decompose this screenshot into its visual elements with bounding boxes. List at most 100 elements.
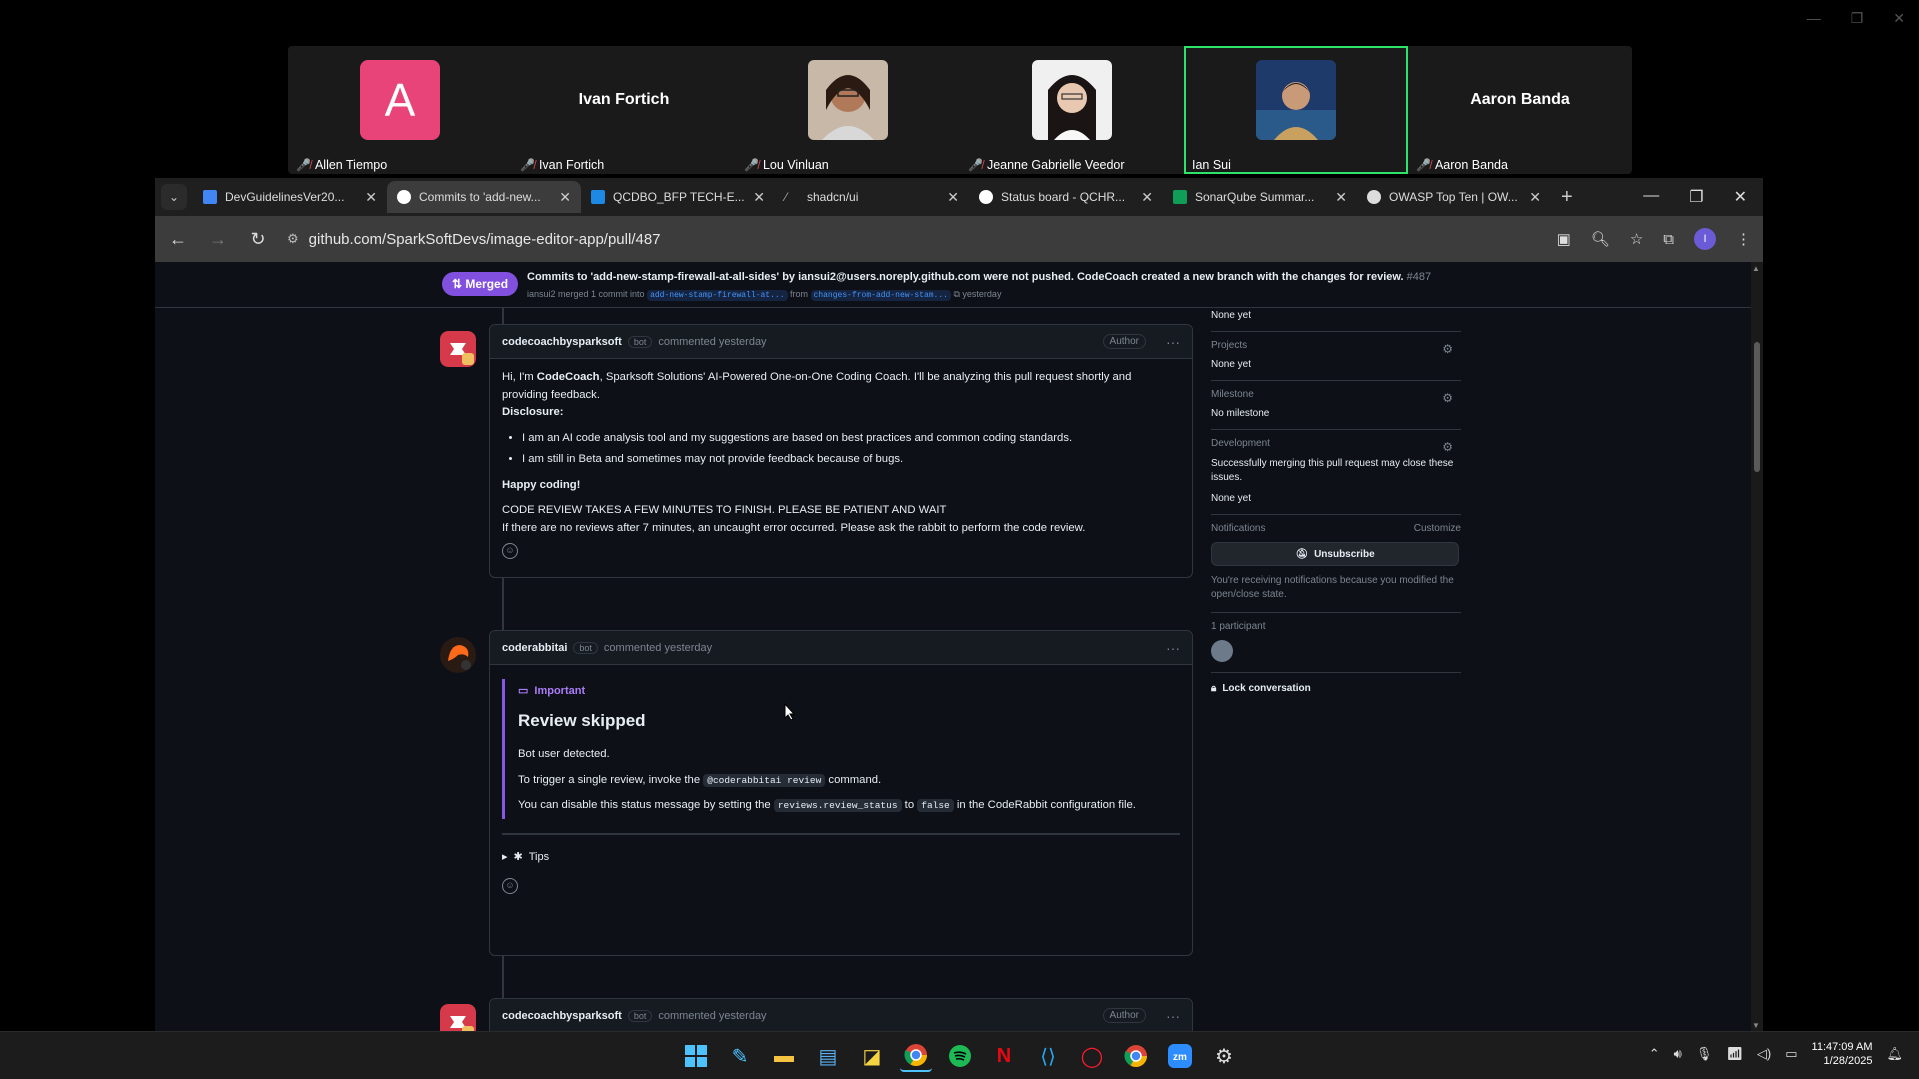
system-clock[interactable]: 11:47:09 AM 1/28/2025 [1812,1040,1873,1069]
close-tab-icon[interactable]: ✕ [947,189,959,206]
scroll-thumb[interactable] [1754,342,1760,472]
netflix-icon[interactable]: N [988,1040,1020,1072]
extensions-icon[interactable]: ⧉ [1663,231,1674,248]
tab-owasp[interactable]: OWASP Top Ten | OW... ✕ [1357,181,1551,213]
comment-options-icon[interactable]: ··· [1166,640,1180,656]
windows-start-icon[interactable] [680,1040,712,1072]
file-explorer-icon[interactable]: ▬ [768,1040,800,1072]
gear-icon[interactable]: ⚙ [1442,440,1453,454]
back-arrow-icon[interactable]: ← [167,229,189,250]
comment-author[interactable]: codecoachbysparksoft [502,336,622,348]
close-icon[interactable]: ✕ [1734,187,1747,207]
close-tab-icon[interactable]: ✕ [1141,189,1153,206]
speaker-icon[interactable]: 🔊︎ [1674,1046,1682,1062]
participant-tile-active-speaker[interactable]: Ian Sui [1184,46,1408,174]
base-branch[interactable]: add-new-stamp-firewall-at... [647,290,788,301]
close-icon[interactable]: ✕ [1893,10,1905,27]
participant-tile[interactable]: Ivan Fortich 🎤̸ Ivan Fortich [512,46,736,174]
tab-title: shadcn/ui [807,190,859,204]
notification-bell-icon[interactable]: 🔔︎ [1886,1046,1903,1062]
add-reaction-icon[interactable]: ☺ [502,543,518,559]
participant-name: Allen Tiempo [314,158,388,172]
participant-tile[interactable]: Aaron Banda 🎤̸ Aaron Banda [1408,46,1632,174]
head-branch[interactable]: changes-from-add-new-stam... [810,290,951,301]
coderabbit-avatar[interactable] [440,637,476,673]
microphone-icon[interactable]: 🎙︎ [1696,1046,1713,1062]
tab-title: QCDBO_BFP TECH-E... [613,190,745,204]
opera-icon[interactable]: ◯ [1076,1040,1108,1072]
tab-qcdbo[interactable]: QCDBO_BFP TECH-E... ✕ [581,181,775,213]
tab-commits-active[interactable]: Commits to 'add-new... ✕ [387,181,581,213]
new-tab-plus-icon[interactable]: + [1561,186,1573,209]
menu-kebab-icon[interactable]: ⋮ [1736,230,1751,248]
comment-options-icon[interactable]: ··· [1166,1008,1180,1024]
profile-avatar[interactable]: I [1694,228,1716,250]
close-tab-icon[interactable]: ✕ [753,189,765,206]
mic-off-icon: 🎤̸ [520,158,535,172]
gear-icon[interactable]: ⚙ [1442,342,1453,356]
avatar[interactable] [1211,640,1233,662]
reload-icon[interactable]: ↻ [247,229,269,250]
comment-timestamp[interactable]: commented yesterday [658,336,766,348]
zoom-icon[interactable]: zm [1164,1040,1196,1072]
minimize-icon[interactable]: — [1643,187,1659,207]
owasp-icon [1367,190,1381,204]
bookmark-star-icon[interactable]: ☆ [1630,230,1643,248]
close-tab-icon[interactable]: ✕ [365,189,377,206]
address-bar[interactable]: ⚙ github.com/SparkSoftDevs/image-editor-… [287,223,1539,255]
restore-icon[interactable]: ❐ [1689,187,1703,207]
comment-timestamp[interactable]: commented yesterday [604,642,712,654]
zoom-magnifier-icon[interactable]: 🔍︎ [1591,230,1610,248]
reviewers-section: None yet [1211,310,1461,332]
add-reaction-icon[interactable]: ☺ [502,877,518,894]
sticky-notes-icon[interactable]: ◪ [856,1040,888,1072]
important-callout: ▭ Important Review skipped Bot user detec… [502,679,1180,819]
battery-icon[interactable]: ▭ [1785,1046,1797,1062]
chrome-profile-icon[interactable] [1120,1040,1152,1072]
scroll-down-icon[interactable]: ▼ [1752,1021,1760,1030]
lock-conversation-link[interactable]: 🔒︎ Lock conversation [1211,673,1461,694]
mic-off-icon: 🎤̸ [744,158,759,172]
tips-details-toggle[interactable]: ▸ ✱ Tips [502,849,1180,866]
wifi-icon[interactable]: 📶︎ [1726,1046,1743,1062]
tab-sonarqube[interactable]: SonarQube Summar... ✕ [1163,181,1357,213]
vscode-icon[interactable]: ⟨⟩ [1032,1040,1064,1072]
minimize-icon[interactable]: — [1807,10,1821,27]
scroll-up-icon[interactable]: ▲ [1752,264,1760,273]
tab-devguidelines[interactable]: DevGuidelinesVer20... ✕ [193,181,387,213]
restore-icon[interactable]: ❐ [1851,10,1864,27]
tools-icon[interactable]: ✎ [724,1040,756,1072]
participant-tile[interactable]: 🎤̸ Lou Vinluan [736,46,960,174]
notepad-icon[interactable]: ▤ [812,1040,844,1072]
forward-arrow-icon[interactable]: → [207,229,229,250]
settings-icon[interactable]: ⚙ [1208,1040,1240,1072]
copy-icon[interactable]: ⧉ [953,289,959,299]
gear-icon[interactable]: ⚙ [1442,391,1453,405]
tab-title: Status board - QCHR... [1001,190,1126,204]
customize-link[interactable]: Customize [1414,523,1461,534]
site-info-icon[interactable]: ⚙ [287,231,299,247]
close-tab-icon[interactable]: ✕ [1335,189,1347,206]
cast-icon[interactable]: ▣ [1557,230,1571,248]
tab-bar: ⌄ DevGuidelinesVer20... ✕ Commits to 'ad… [155,178,1763,216]
close-tab-icon[interactable]: ✕ [1529,189,1541,206]
comment-author[interactable]: coderabbitai [502,642,567,654]
bot-badge: bot [627,1009,653,1022]
tab-search-chevron-icon[interactable]: ⌄ [161,184,187,210]
codecoach-avatar[interactable] [440,331,476,367]
page-scrollbar[interactable]: ▲ ▼ [1751,262,1763,1032]
comment-author[interactable]: codecoachbysparksoft [502,1010,622,1022]
volume-icon[interactable]: ◁) [1757,1046,1771,1062]
spotify-icon[interactable] [944,1040,976,1072]
close-tab-icon[interactable]: ✕ [559,189,571,206]
chevron-up-icon[interactable]: ⌃ [1649,1046,1660,1062]
tab-shadcn[interactable]: ⁄ shadcn/ui ✕ [775,181,969,213]
codecoach-avatar[interactable] [440,1004,476,1032]
participant-tile[interactable]: 🎤̸ Jeanne Gabrielle Veedor [960,46,1184,174]
chrome-icon[interactable] [900,1040,932,1072]
comment-options-icon[interactable]: ··· [1166,334,1180,350]
tab-status-board[interactable]: Status board - QCHR... ✕ [969,181,1163,213]
participant-tile[interactable]: A 🎤̸ Allen Tiempo [288,46,512,174]
comment-timestamp[interactable]: commented yesterday [658,1010,766,1022]
unsubscribe-button[interactable]: 🔕︎ Unsubscribe [1211,542,1459,566]
